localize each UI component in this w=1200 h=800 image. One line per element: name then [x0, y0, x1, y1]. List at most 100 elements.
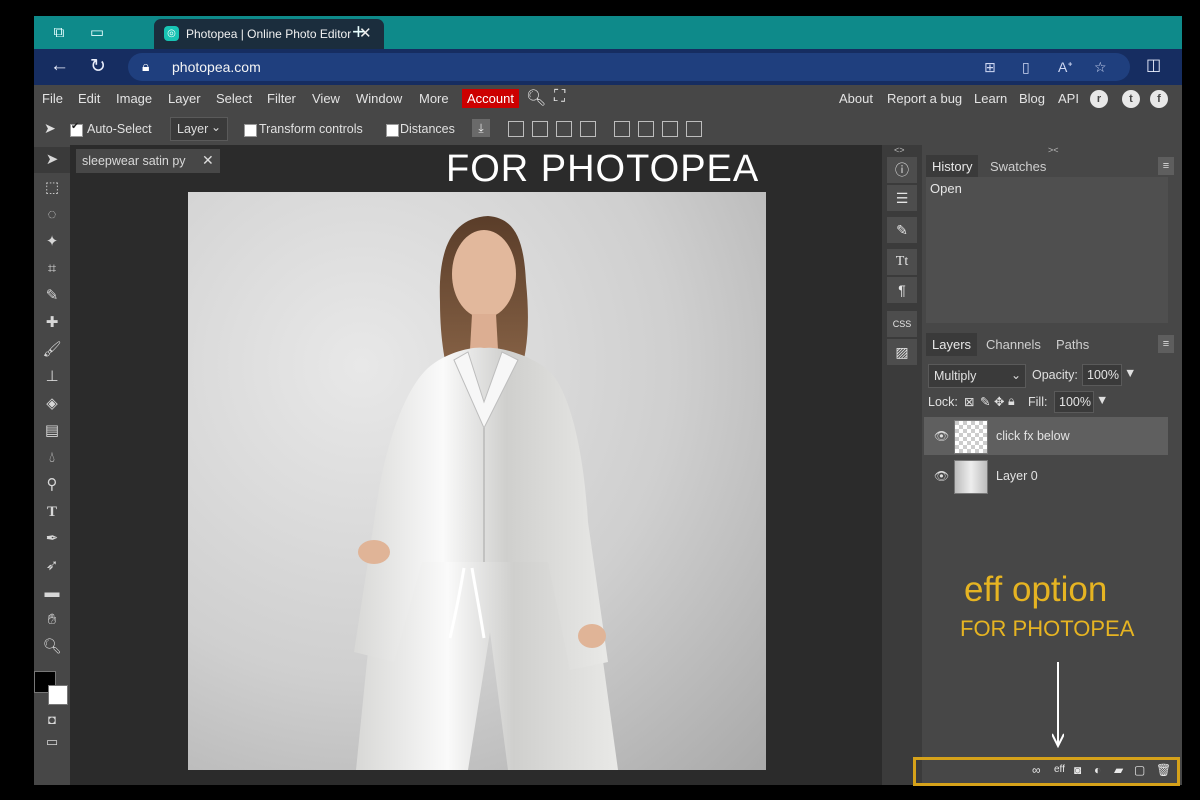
- screen-mode-icon[interactable]: ▭: [34, 729, 70, 755]
- apps-icon[interactable]: ⊞: [984, 59, 996, 76]
- lock-transparency-icon[interactable]: ⊠: [964, 394, 974, 409]
- expand-arrows-icon[interactable]: ><: [1048, 145, 1059, 155]
- collapse-arrows-icon[interactable]: <>: [894, 145, 905, 155]
- distribute-h-icon[interactable]: [580, 121, 596, 137]
- brush-settings-icon[interactable]: ✎: [887, 217, 917, 243]
- eye-icon[interactable]: 👁︎: [934, 429, 949, 443]
- align-right-icon[interactable]: [556, 121, 572, 137]
- eraser-tool-icon[interactable]: ◈: [34, 391, 70, 417]
- url-field[interactable]: 🔒︎ photopea.com ⊞ ▯ Aᐩ ☆: [128, 53, 1130, 81]
- new-tab-icon[interactable]: +: [352, 19, 365, 45]
- layers-panel-menu-icon[interactable]: ≡: [1158, 335, 1174, 353]
- css-icon[interactable]: CSS: [887, 311, 917, 337]
- layer-row[interactable]: 👁︎ click fx below: [924, 417, 1168, 455]
- lasso-tool-icon[interactable]: ◌: [34, 202, 70, 228]
- move-tool-icon[interactable]: ➤: [34, 147, 70, 173]
- history-item[interactable]: Open: [930, 181, 962, 196]
- character-icon[interactable]: Tt: [887, 249, 917, 275]
- workspaces-icon[interactable]: ⧉: [48, 22, 70, 44]
- type-tool-icon[interactable]: T: [34, 499, 70, 525]
- distances-checkbox[interactable]: [386, 124, 399, 137]
- align-center-icon[interactable]: [532, 121, 548, 137]
- blur-tool-icon[interactable]: 💧︎: [34, 445, 70, 471]
- menu-edit[interactable]: Edit: [78, 91, 100, 106]
- facebook-icon[interactable]: f: [1150, 90, 1168, 108]
- opacity-dropdown-icon[interactable]: ▼: [1124, 366, 1136, 380]
- read-aloud-icon[interactable]: Aᐩ: [1058, 59, 1073, 76]
- lock-position-icon[interactable]: ✥: [994, 394, 1004, 409]
- tab-history[interactable]: History: [926, 155, 979, 178]
- menu-more[interactable]: More: [419, 91, 449, 106]
- canvas-image[interactable]: [188, 192, 766, 770]
- reload-icon[interactable]: ↻: [90, 55, 106, 78]
- tab-layers[interactable]: Layers: [926, 333, 978, 356]
- blend-mode-select[interactable]: Multiply ⌄: [928, 364, 1026, 388]
- eyedropper-tool-icon[interactable]: ✎: [34, 283, 70, 309]
- pen-tool-icon[interactable]: ✒: [34, 526, 70, 552]
- fill-input[interactable]: 100%: [1054, 391, 1094, 413]
- menu-learn[interactable]: Learn: [974, 91, 1007, 106]
- close-document-icon[interactable]: ✕: [202, 152, 214, 169]
- twitter-icon[interactable]: t: [1122, 90, 1140, 108]
- align-left-icon[interactable]: [508, 121, 524, 137]
- shape-tool-icon[interactable]: ▬: [34, 580, 70, 606]
- tab-swatches[interactable]: Swatches: [988, 155, 1048, 178]
- menu-api[interactable]: API: [1058, 91, 1079, 106]
- history-panel-menu-icon[interactable]: ≡: [1158, 157, 1174, 175]
- align-top-icon[interactable]: [614, 121, 630, 137]
- menu-view[interactable]: View: [312, 91, 340, 106]
- menu-image[interactable]: Image: [116, 91, 152, 106]
- zoom-tool-icon[interactable]: 🔍︎: [34, 634, 70, 660]
- page-icon[interactable]: ▯: [1022, 59, 1030, 76]
- back-icon[interactable]: ←: [50, 55, 69, 77]
- menu-window[interactable]: Window: [356, 91, 402, 106]
- menu-file[interactable]: File: [42, 91, 63, 106]
- lock-all-icon[interactable]: 🔒︎: [1008, 394, 1015, 409]
- menu-blog[interactable]: Blog: [1019, 91, 1045, 106]
- search-icon[interactable]: 🔍︎: [526, 88, 546, 108]
- layer-name: Layer 0: [996, 469, 1038, 483]
- stamp-tool-icon[interactable]: ⊥: [34, 364, 70, 390]
- reddit-icon[interactable]: r: [1090, 90, 1108, 108]
- magic-wand-tool-icon[interactable]: ✦: [34, 229, 70, 255]
- marquee-tool-icon[interactable]: ⬚: [34, 175, 70, 201]
- fullscreen-icon[interactable]: ⛶: [554, 88, 565, 106]
- tab-paths[interactable]: Paths: [1054, 333, 1091, 356]
- menu-filter[interactable]: Filter: [267, 91, 296, 106]
- document-tab[interactable]: sleepwear satin py ✕: [76, 149, 220, 173]
- auto-select-target-dropdown[interactable]: Layer ⌄: [170, 117, 228, 141]
- properties-icon[interactable]: ☰: [887, 185, 917, 211]
- menu-layer[interactable]: Layer: [168, 91, 201, 106]
- download-icon[interactable]: ⤓: [472, 119, 490, 137]
- menu-select[interactable]: Select: [216, 91, 252, 106]
- favorite-star-icon[interactable]: ☆: [1094, 59, 1107, 76]
- opacity-label: Opacity:: [1032, 368, 1078, 382]
- brush-tool-icon[interactable]: 🖌︎: [34, 337, 70, 363]
- crop-tool-icon[interactable]: ⌗: [34, 256, 70, 282]
- gradient-tool-icon[interactable]: ▤: [34, 418, 70, 444]
- eye-icon[interactable]: 👁︎: [934, 469, 949, 483]
- healing-tool-icon[interactable]: ✚: [34, 310, 70, 336]
- align-bottom-icon[interactable]: [662, 121, 678, 137]
- background-color-swatch[interactable]: [48, 685, 68, 705]
- info-icon[interactable]: ⓘ: [887, 157, 917, 183]
- transform-controls-checkbox[interactable]: [244, 124, 257, 137]
- split-screen-icon[interactable]: ◫: [1146, 55, 1161, 75]
- menu-report-bug[interactable]: Report a bug: [887, 91, 962, 106]
- browser-tab-photopea[interactable]: ◎ Photopea | Online Photo Editor ✕: [154, 19, 384, 49]
- opacity-input[interactable]: 100%: [1082, 364, 1122, 386]
- fill-dropdown-icon[interactable]: ▼: [1096, 393, 1108, 407]
- paragraph-icon[interactable]: ¶: [887, 277, 917, 303]
- account-button[interactable]: Account: [462, 89, 519, 108]
- dodge-tool-icon[interactable]: ⚲: [34, 472, 70, 498]
- image-icon[interactable]: ▨: [887, 339, 917, 365]
- menu-about[interactable]: About: [839, 91, 873, 106]
- lock-pixels-icon[interactable]: ✎: [980, 394, 990, 409]
- tab-channels[interactable]: Channels: [984, 333, 1043, 356]
- path-select-tool-icon[interactable]: ➶: [34, 553, 70, 579]
- distribute-v-icon[interactable]: [686, 121, 702, 137]
- align-middle-icon[interactable]: [638, 121, 654, 137]
- layer-row[interactable]: 👁︎ Layer 0: [924, 457, 1168, 495]
- hand-tool-icon[interactable]: ✋︎: [34, 607, 70, 633]
- tab-actions-icon[interactable]: ▭: [86, 22, 108, 44]
